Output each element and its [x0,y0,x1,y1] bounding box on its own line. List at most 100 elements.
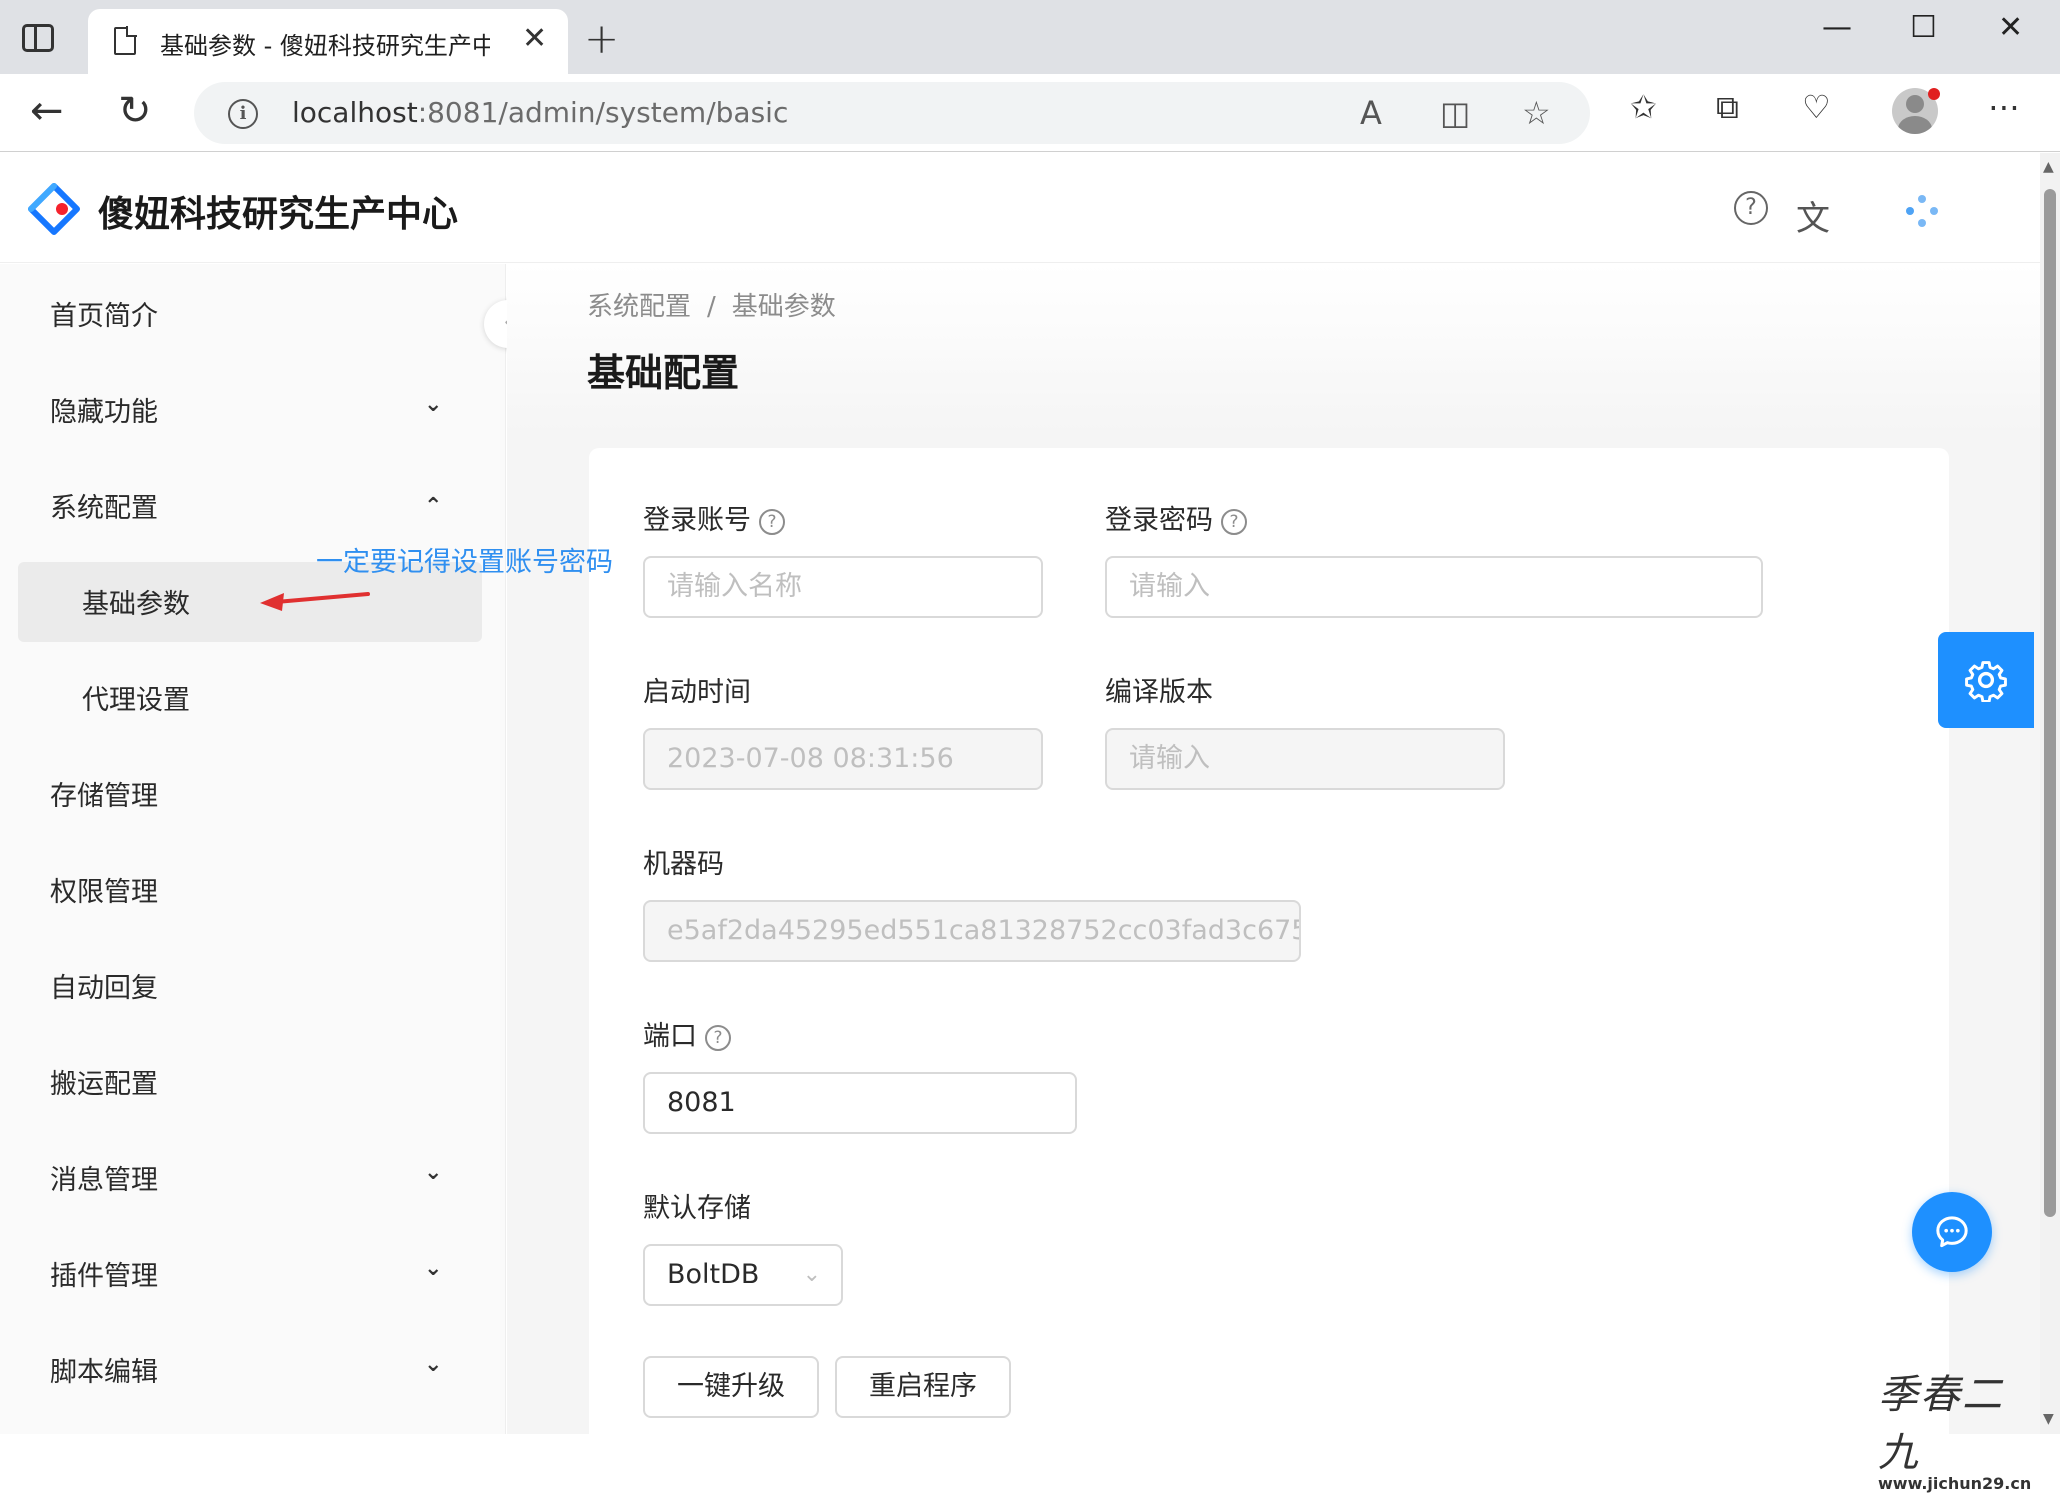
theme-dots-icon[interactable] [1904,193,1940,229]
login-account-label-text: 登录账号 [643,505,751,536]
sidebar-item-label: 脚本编辑 [50,1357,158,1388]
chevron-down-icon: ⌄ [424,1352,443,1377]
sidebar-item-label: 搬运配置 [50,1069,158,1100]
gear-icon [1965,661,2007,702]
new-tab-icon[interactable]: + [584,14,619,63]
machine-code-input: e5af2da45295ed551ca81328752cc03fad3c675c [643,900,1301,962]
browser-essentials-icon[interactable]: ♡ [1802,88,1831,126]
breadcrumb-item-system-config[interactable]: 系统配置 [587,292,691,322]
chevron-down-icon: ⌄ [802,1262,821,1287]
page-title: 基础配置 [587,351,740,395]
translate-icon[interactable]: 文 [1796,191,1830,240]
collections-icon[interactable]: ⧉ [1716,88,1739,127]
annotation-note: 一定要记得设置账号密码 [316,547,613,578]
sidebar-item-label: 基础参数 [82,589,190,620]
tab-actions-icon[interactable] [22,24,54,52]
sidebar-item-label: 隐藏功能 [50,397,158,428]
chat-bubble-icon [1936,1216,1968,1248]
sidebar-item-auto-reply[interactable]: 自动回复 [0,936,506,1032]
sidebar-item-system-config[interactable]: 系统配置 ⌃ [0,456,506,552]
page-header: 系统配置 / 基础参数 基础配置 [507,264,2040,434]
site-info-icon[interactable]: i [228,99,258,129]
sidebar-item-permissions[interactable]: 权限管理 [0,840,506,936]
sidebar-item-label: 插件管理 [50,1261,158,1292]
machine-code-label: 机器码 [643,849,724,880]
start-time-input: 2023-07-08 08:31:56 [643,728,1043,790]
sidebar-item-plugins[interactable]: 插件管理 ⌄ [0,1224,506,1320]
build-version-input: 请输入 [1105,728,1505,790]
sidebar-item-label: 代理设置 [82,685,190,716]
url-text[interactable]: localhost:8081/admin/system/basic [292,96,788,129]
basic-config-form: 登录账号? 请输入名称 登录密码? 请输入 启动时间 2023-07-08 08… [589,448,1949,1448]
sidebar-item-proxy-settings[interactable]: 代理设置 [0,648,506,744]
port-label-text: 端口 [643,1021,697,1052]
app-header: 傻妞科技研究生产中心 ? 文 [0,153,2040,263]
chevron-down-icon: ⌄ [424,1256,443,1281]
settings-drawer-button[interactable] [1938,632,2034,728]
default-storage-value: BoltDB [667,1259,760,1290]
question-icon[interactable]: ? [759,509,785,535]
scroll-up-icon[interactable]: ▲ [2043,159,2054,175]
sidebar-item-transport-config[interactable]: 搬运配置 [0,1032,506,1128]
port-input[interactable]: 8081 [643,1072,1077,1134]
profile-notification-dot [1928,88,1940,100]
watermark-title: 季春二九 [1878,1372,2004,1476]
more-menu-icon[interactable]: ⋯ [1988,88,2020,126]
port-label: 端口? [643,1014,731,1053]
sidebar-item-label: 首页简介 [50,301,158,332]
favorite-star-icon[interactable]: ☆ [1522,94,1551,132]
sidebar-item-hidden-features[interactable]: 隐藏功能 ⌄ [0,360,506,456]
watermark: 季春二九 www.jichun29.cn [1878,1362,2038,1493]
default-storage-select[interactable]: BoltDB ⌄ [643,1244,843,1306]
start-time-label: 启动时间 [643,677,751,708]
help-icon[interactable]: ? [1734,191,1768,225]
tab-close-icon[interactable]: ✕ [522,21,547,56]
breadcrumb-separator: / [707,292,716,322]
chevron-up-icon: ⌃ [424,494,443,519]
question-icon[interactable]: ? [705,1025,731,1051]
one-click-upgrade-button[interactable]: 一键升级 [643,1356,819,1418]
close-window-icon[interactable]: ✕ [1998,10,2023,45]
url-path: :8081/admin/system/basic [417,96,789,129]
login-password-input[interactable]: 请输入 [1105,556,1763,618]
build-version-label: 编译版本 [1105,677,1213,708]
login-password-label: 登录密码? [1105,498,1247,537]
sidebar-item-label: 存储管理 [50,781,158,812]
sidebar-item-label: 系统配置 [50,493,158,524]
browser-tab-bar: 基础参数 - 傻妞科技研究生产中心 ✕ + — ☐ ✕ [0,0,2060,74]
breadcrumb-item-basic-params: 基础参数 [731,292,836,322]
sidebar-item-storage[interactable]: 存储管理 [0,744,506,840]
sidebar-item-label: 自动回复 [50,973,158,1004]
default-storage-label: 默认存储 [643,1193,751,1224]
login-account-label: 登录账号? [643,498,785,537]
annotation-arrow-icon [260,592,370,611]
minimize-icon[interactable]: — [1822,10,1852,45]
sidebar-item-home[interactable]: 首页简介 [0,264,506,360]
chevron-down-icon: ⌄ [424,392,443,417]
sidebar-item-script-editor[interactable]: 脚本编辑 ⌄ [0,1320,506,1416]
main-content: 系统配置 / 基础参数 基础配置 登录账号? 请输入名称 登录密码? 请输入 启动时… [507,264,2040,1448]
maximize-icon[interactable]: ☐ [1910,10,1937,45]
watermark-url: www.jichun29.cn [1878,1474,2032,1493]
refresh-icon[interactable]: ↻ [118,88,152,134]
question-icon[interactable]: ? [1221,509,1247,535]
url-box[interactable]: i localhost:8081/admin/system/basic A ◫ … [194,82,1590,144]
page-scrollbar[interactable]: ▲ ▼ [2040,153,2060,1434]
chat-button[interactable] [1912,1192,1992,1272]
sidebar-item-label: 权限管理 [50,877,158,908]
restart-program-button[interactable]: 重启程序 [835,1356,1011,1418]
app-title: 傻妞科技研究生产中心 [98,194,459,235]
breadcrumb: 系统配置 / 基础参数 [587,286,836,323]
favorites-list-icon[interactable]: ✩ [1630,88,1657,126]
scroll-down-icon[interactable]: ▼ [2043,1411,2054,1427]
scroll-thumb[interactable] [2044,189,2056,1217]
browser-tab-active[interactable]: 基础参数 - 傻妞科技研究生产中心 ✕ [88,9,568,74]
sidebar-item-messages[interactable]: 消息管理 ⌄ [0,1128,506,1224]
sidebar-item-label: 消息管理 [50,1165,158,1196]
login-account-input[interactable]: 请输入名称 [643,556,1043,618]
back-icon[interactable]: ← [30,88,64,134]
split-screen-icon[interactable]: ◫ [1440,94,1470,132]
page-icon [114,26,137,55]
read-aloud-icon[interactable]: A [1360,94,1382,132]
login-password-label-text: 登录密码 [1105,505,1213,536]
